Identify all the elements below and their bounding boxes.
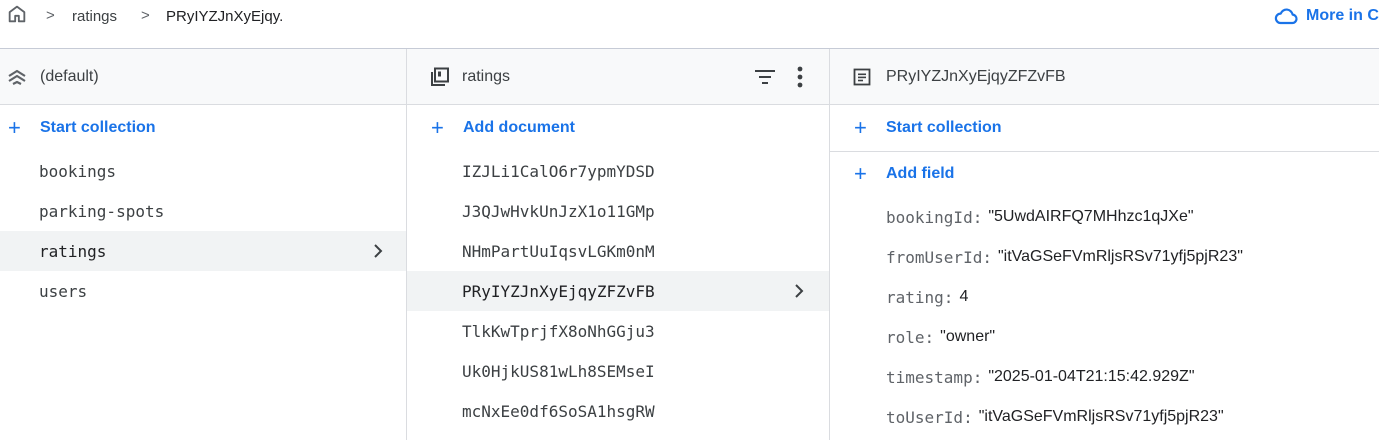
field-row[interactable]: timestamp: "2025-01-04T21:15:42.929Z" [886, 357, 1379, 397]
collection-panel-header: ratings [407, 49, 829, 105]
document-panel: PRyIYZJnXyEjqyZFZvFB + Start collection … [830, 49, 1379, 440]
field-key: toUserId: [886, 407, 973, 427]
plus-icon: + [8, 115, 21, 140]
collection-panel-title: ratings [462, 67, 511, 85]
more-in-label: More in C [1306, 7, 1379, 24]
document-panel-header: PRyIYZJnXyEjqyZFZvFB [830, 49, 1379, 105]
field-row[interactable]: rating: 4 [886, 277, 1379, 317]
root-panel: (default) + Start collection bookings pa… [0, 49, 407, 440]
field-row[interactable]: role: "owner" [886, 317, 1379, 357]
collection-item-label: bookings [39, 161, 117, 181]
document-icon [852, 67, 872, 87]
field-list: bookingId: "5UwdAIRFQ7MHhzc1qJXe" fromUs… [830, 197, 1379, 437]
collection-item-ratings[interactable]: ratings [0, 231, 406, 271]
field-key: timestamp: [886, 367, 983, 387]
add-field-button[interactable]: + Add field [854, 161, 955, 186]
add-field-label: Add field [886, 165, 955, 182]
home-icon[interactable] [6, 3, 28, 25]
document-list: IZJLi1CalO6r7ypmYDSD J3QJwHvkUnJzX1o11GM… [407, 151, 829, 431]
collection-item-users[interactable]: users [0, 271, 406, 311]
breadcrumb-item-ratings[interactable]: ratings [72, 8, 117, 25]
field-key: bookingId: [886, 207, 983, 227]
document-item-label: NHmPartUuIqsvLGKm0nM [462, 241, 655, 261]
document-item-label: J3QJwHvkUnJzX1o11GMp [462, 201, 655, 221]
field-value: 4 [959, 288, 969, 305]
start-collection-label: Start collection [886, 119, 1002, 136]
document-item-selected[interactable]: PRyIYZJnXyEjqyZFZvFB [407, 271, 829, 311]
document-item-label: Uk0HjkUS81wLh8SEMseI [462, 361, 655, 381]
start-collection-button[interactable]: + Start collection [8, 115, 156, 140]
field-value: "2025-01-04T21:15:42.929Z" [988, 368, 1195, 385]
field-row[interactable]: toUserId: "itVaGSeFVmRljsRSv71yfj5pjR23" [886, 397, 1379, 437]
field-row[interactable]: fromUserId: "itVaGSeFVmRljsRSv71yfj5pjR2… [886, 237, 1379, 277]
document-item-label: TlkKwTprjfX8oNhGGju3 [462, 321, 655, 341]
document-item[interactable]: NHmPartUuIqsvLGKm0nM [407, 231, 829, 271]
plus-icon: + [431, 115, 444, 140]
plus-icon: + [854, 115, 867, 140]
breadcrumb: > ratings > PRyIYZJnXyEjqy. More in C [0, 0, 1379, 32]
document-item[interactable]: IZJLi1CalO6r7ypmYDSD [407, 151, 829, 191]
document-panel-title: PRyIYZJnXyEjqyZFZvFB [886, 67, 1066, 85]
section-divider [830, 151, 1379, 152]
document-item-label: mcNxEe0df6SoSA1hsgRW [462, 401, 655, 421]
database-icon [6, 66, 28, 88]
document-item[interactable]: J3QJwHvkUnJzX1o11GMp [407, 191, 829, 231]
document-item[interactable]: TlkKwTprjfX8oNhGGju3 [407, 311, 829, 351]
collection-panel: ratings + Add document IZJLi1CalO6r7ypmY… [407, 49, 830, 440]
document-item-label: IZJLi1CalO6r7ypmYDSD [462, 161, 655, 181]
more-vert-icon[interactable] [796, 65, 804, 89]
field-value: "5UwdAIRFQ7MHhzc1qJXe" [988, 208, 1194, 225]
collection-item-parking-spots[interactable]: parking-spots [0, 191, 406, 231]
collection-item-label: ratings [39, 241, 107, 261]
plus-icon: + [854, 161, 867, 186]
breadcrumb-separator: > [46, 7, 55, 24]
field-value: "itVaGSeFVmRljsRSv71yfj5pjR23" [997, 248, 1243, 265]
filter-icon[interactable] [754, 68, 776, 86]
field-key: rating: [886, 287, 954, 307]
document-item[interactable]: mcNxEe0df6SoSA1hsgRW [407, 391, 829, 431]
document-item[interactable]: Uk0HjkUS81wLh8SEMseI [407, 351, 829, 391]
root-panel-title: (default) [40, 67, 99, 85]
add-document-button[interactable]: + Add document [431, 115, 575, 140]
start-subcollection-button[interactable]: + Start collection [854, 115, 1002, 140]
field-row[interactable]: bookingId: "5UwdAIRFQ7MHhzc1qJXe" [886, 197, 1379, 237]
collection-item-bookings[interactable]: bookings [0, 151, 406, 191]
field-value: "owner" [940, 328, 996, 345]
breadcrumb-separator: > [141, 7, 150, 24]
chevron-right-icon [795, 284, 804, 298]
chevron-right-icon [374, 244, 383, 258]
field-key: fromUserId: [886, 247, 992, 267]
breadcrumb-item-document: PRyIYZJnXyEjqy. [166, 8, 284, 25]
document-item-label: PRyIYZJnXyEjqyZFZvFB [462, 281, 655, 301]
add-document-label: Add document [463, 119, 575, 136]
start-collection-label: Start collection [40, 119, 156, 136]
cloud-icon [1274, 8, 1298, 25]
collection-item-label: users [39, 281, 88, 301]
more-in-button[interactable]: More in C [1274, 4, 1379, 28]
collection-list: bookings parking-spots ratings users [0, 151, 406, 311]
field-value: "itVaGSeFVmRljsRSv71yfj5pjR23" [978, 408, 1224, 425]
collection-item-label: parking-spots [39, 201, 165, 221]
field-key: role: [886, 327, 935, 347]
root-panel-header: (default) [0, 49, 406, 105]
collection-icon [429, 66, 451, 88]
